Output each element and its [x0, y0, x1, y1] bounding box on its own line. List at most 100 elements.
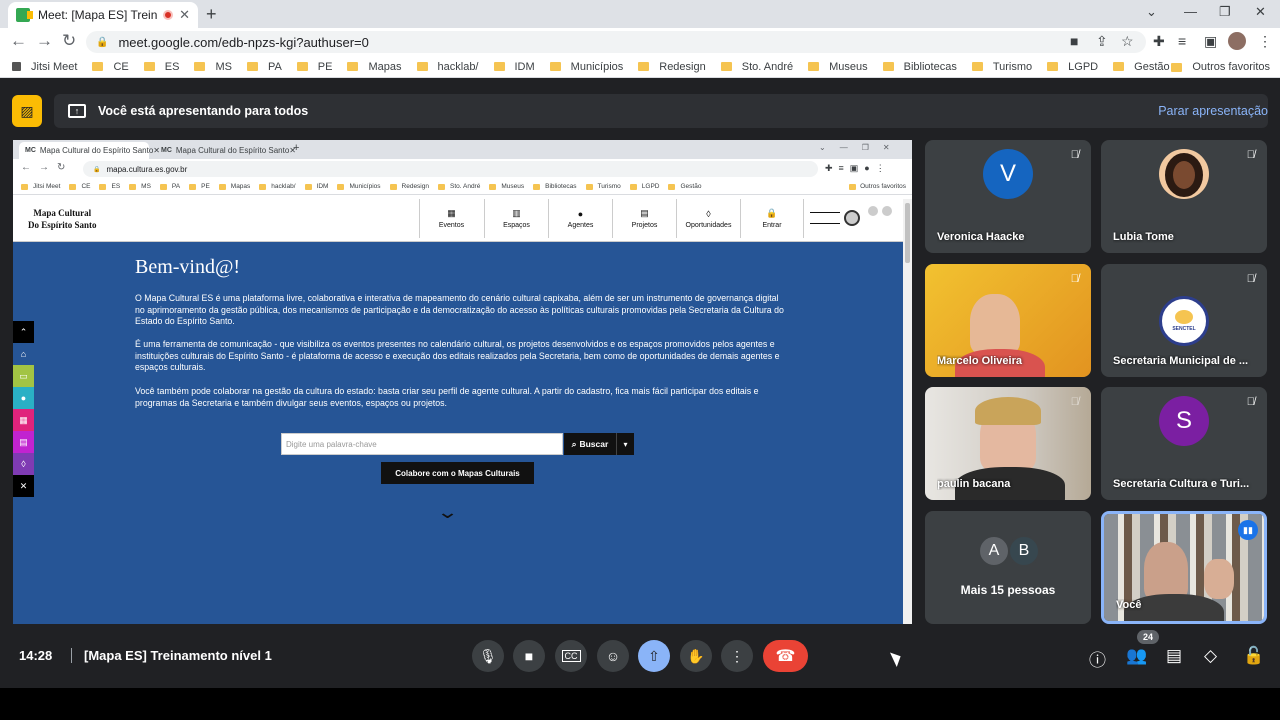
shared-bookmarks-bar: Jitsi Meet CE ES MS PA PE Mapas hacklab/IDM Muni… — [13, 179, 912, 195]
microphone-button[interactable]: 🎙 — [472, 640, 504, 672]
reactions-button[interactable]: ☺ — [597, 640, 629, 672]
site-search-input: Digite uma palavra-chave — [281, 433, 563, 455]
sidepanel-icon[interactable]: ▣ — [1204, 33, 1217, 50]
government-seal — [810, 207, 865, 229]
shared-bookmark-label: IDM — [316, 183, 329, 190]
forward-icon[interactable]: → — [36, 31, 53, 51]
raise-hand-button[interactable]: ✋ — [680, 640, 712, 672]
tab-close-icon[interactable]: ✕ — [179, 7, 190, 23]
menu-icon[interactable]: ⋮ — [1258, 33, 1272, 50]
self-view-tile[interactable]: ▮▮ Você — [1101, 511, 1267, 624]
shared-scrollbar — [903, 199, 912, 624]
share-icon[interactable]: ⇪ — [1096, 33, 1108, 50]
intro-paragraph-3: Você também pode colaborar na gestão da … — [135, 386, 759, 408]
back-icon[interactable]: ← — [10, 31, 27, 51]
chat-button[interactable]: ▤ — [1166, 646, 1182, 666]
folder-icon — [296, 62, 308, 71]
shared-tab-title: Mapa Cultural do Espírito Santo — [39, 146, 154, 155]
folder-icon — [347, 62, 359, 71]
host-controls-button[interactable]: 🔓 — [1243, 646, 1264, 666]
participant-tile[interactable]: S 🎙̸ Secretaria Cultura e Turi... — [1101, 387, 1267, 500]
star-icon[interactable]: ☆ — [1121, 33, 1134, 50]
stop-presenting-button[interactable]: Parar apresentação — [1158, 104, 1268, 118]
bookmark-item[interactable]: Gestão — [1113, 61, 1170, 73]
extensions-icon[interactable]: ✚ — [1153, 33, 1165, 50]
tab-search-icon[interactable]: ⌄ — [1146, 4, 1157, 20]
participant-tile[interactable]: 🎙̸ paulin bacana — [925, 387, 1091, 500]
more-options-button[interactable]: ⋮ — [721, 640, 753, 672]
participant-tile[interactable]: 🎙̸ Marcelo Oliveira — [925, 264, 1091, 377]
bookmark-item[interactable]: Jitsi Meet — [12, 61, 77, 73]
shared-bookmark-label: Jitsi Meet — [33, 183, 61, 190]
bookmark-item[interactable]: Sto. André — [720, 61, 793, 73]
participant-tile[interactable]: 🎙̸ Lubia Tome — [1101, 140, 1267, 253]
folder-icon — [638, 62, 650, 71]
participant-avatar: SENCTEL — [1159, 296, 1209, 346]
folder-icon — [668, 183, 676, 190]
shared-bookmark-item: hacklab/ — [259, 183, 296, 190]
folder-icon — [489, 183, 497, 190]
bookmark-label: Mapas — [368, 60, 402, 73]
bookmark-item[interactable]: Redesign — [638, 61, 706, 73]
bookmark-label: MS — [215, 60, 232, 73]
search-button-label: Buscar — [579, 439, 609, 449]
new-tab-button[interactable]: + — [206, 4, 217, 25]
shared-bookmark-label: CE — [81, 183, 91, 190]
bookmark-item[interactable]: Museus — [808, 61, 868, 73]
more-participants-tile[interactable]: A B Mais 15 pessoas — [925, 511, 1091, 624]
info-button[interactable]: ⓘ — [1089, 646, 1106, 671]
bookmark-item[interactable]: LGPD — [1047, 61, 1098, 73]
camera-icon[interactable]: ■ — [1070, 33, 1078, 49]
folder-icon — [99, 183, 107, 190]
shared-bookmark-label: Gestão — [680, 183, 702, 190]
bookmark-item[interactable]: ES — [143, 60, 180, 73]
address-bar[interactable]: 🔒 meet.google.com/edb-npzs-kgi?authuser=… — [86, 31, 1146, 53]
participant-tile[interactable]: SENCTEL 🎙̸ Secretaria Municipal de ... — [1101, 264, 1267, 377]
close-window-button[interactable]: ✕ — [1255, 4, 1266, 20]
shared-toolbar-icons: ✚≡▣●⋮ — [825, 163, 891, 173]
shared-bookmark-item: Bibliotecas — [533, 183, 577, 190]
site-nav-projetos: ▤ Projetos — [612, 199, 676, 238]
intro-paragraph-1: O Mapa Cultural ES é uma plataforma livr… — [135, 293, 784, 326]
shared-bookmark-label: Mapas — [230, 183, 251, 190]
minimize-button[interactable]: — — [1184, 4, 1197, 19]
bookmark-item[interactable]: Bibliotecas — [882, 61, 957, 73]
bookmark-item[interactable]: Turismo — [971, 61, 1032, 73]
bookmark-item[interactable]: PE — [296, 61, 332, 73]
shared-bookmark-item: CE — [69, 183, 90, 190]
other-favorites[interactable]: Outros favoritos — [1171, 61, 1270, 73]
bookmark-item[interactable]: Mapas — [347, 60, 402, 73]
shared-bookmark-item: IDM — [304, 183, 329, 190]
media-icon[interactable]: ≡ — [1178, 33, 1186, 49]
folder-icon — [720, 62, 732, 71]
profile-avatar[interactable] — [1228, 32, 1246, 50]
site-quick-sidebar: ⌃ ⌂ ▭ ● ▦ ▤ ◊ ✕ — [13, 321, 34, 497]
participant-tile[interactable]: V 🎙̸ Veronica Haacke — [925, 140, 1091, 253]
reload-icon[interactable]: ↻ — [62, 31, 76, 51]
seal-icon — [844, 210, 860, 226]
leave-call-button[interactable]: ☎ — [763, 640, 808, 672]
bookmark-item[interactable]: MS — [194, 61, 232, 73]
captions-button[interactable]: CC — [555, 640, 587, 672]
folder-icon — [437, 183, 445, 190]
bookmark-item[interactable]: Municípios — [549, 61, 623, 73]
more-vert-icon: ⋮ — [730, 647, 744, 664]
browser-tab-meet[interactable]: Meet: [Mapa ES] Treinament ✕ — [8, 2, 198, 28]
camera-button[interactable]: ■ — [513, 640, 545, 672]
present-button[interactable]: ⇧ — [638, 640, 670, 672]
folder-icon — [189, 183, 197, 190]
bookmark-item[interactable]: PA — [246, 61, 282, 73]
bookmark-item[interactable]: hacklab/ — [416, 60, 479, 73]
activities-button[interactable]: ◇ — [1204, 646, 1217, 666]
nav-label: Entrar — [762, 222, 782, 229]
participant-avatar — [1159, 149, 1209, 199]
bookmark-label: IDM — [514, 60, 535, 73]
restore-button[interactable]: ❐ — [1219, 4, 1231, 20]
bookmark-item[interactable]: CE — [92, 61, 129, 73]
participant-name: paulin bacana — [937, 478, 1011, 490]
bookmark-item[interactable]: IDM — [493, 60, 535, 73]
people-button[interactable]: 👥 — [1126, 646, 1147, 666]
bookmark-label: ES — [164, 60, 180, 73]
camera-icon: ■ — [524, 648, 534, 664]
bookmark-label: hacklab/ — [437, 60, 479, 73]
